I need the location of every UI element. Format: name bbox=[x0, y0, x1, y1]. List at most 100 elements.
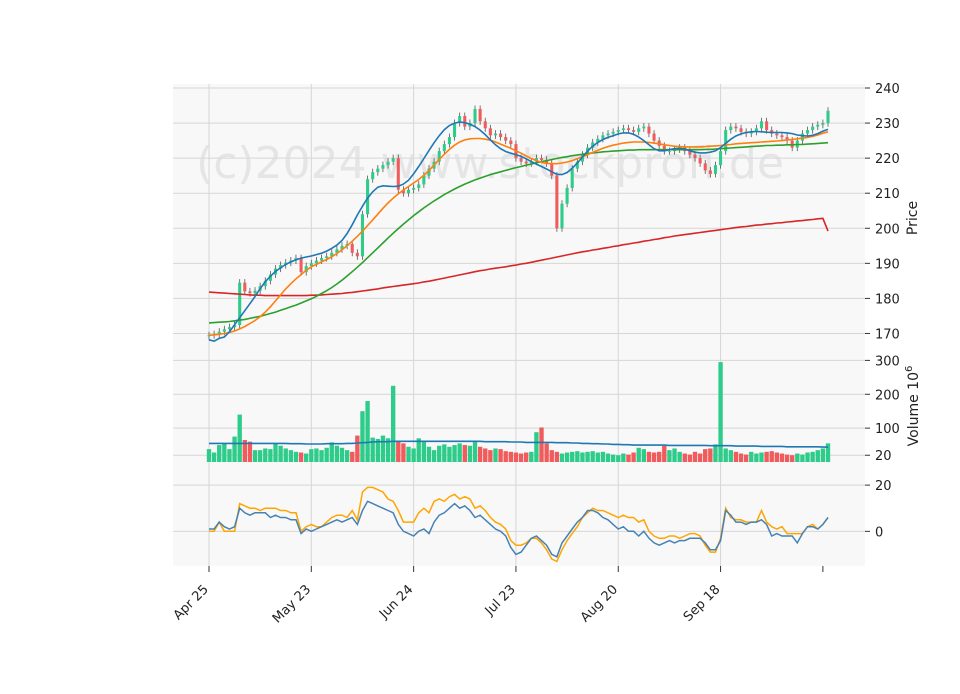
volume-bar bbox=[339, 447, 345, 462]
volume-bar bbox=[697, 453, 703, 462]
candle-body bbox=[314, 260, 318, 264]
candle-body bbox=[406, 189, 411, 194]
volume-bar bbox=[396, 441, 401, 462]
volume-bar bbox=[462, 445, 467, 462]
volume-bar bbox=[815, 450, 820, 462]
volume-bar bbox=[539, 427, 544, 462]
volume-axis-label-text: Volume 10 bbox=[906, 372, 922, 446]
volume-bar bbox=[206, 449, 212, 462]
volume-bar bbox=[754, 453, 759, 462]
volume-bar bbox=[570, 451, 575, 462]
volume-bar bbox=[723, 448, 728, 462]
volume-bar bbox=[390, 385, 396, 462]
volume-bar bbox=[421, 441, 427, 462]
volume-axis-label: 200 bbox=[875, 388, 900, 403]
candle-body bbox=[299, 258, 303, 273]
volume-bar bbox=[488, 450, 493, 462]
candle-body bbox=[417, 184, 421, 188]
volume-bar bbox=[718, 362, 723, 462]
volume-bar bbox=[825, 443, 831, 462]
volume-bar bbox=[493, 448, 498, 462]
volume-bar bbox=[534, 432, 539, 462]
chart-canvas: (c)2024 www.stockprofi.de 17018019020021… bbox=[171, 82, 922, 626]
candle-body bbox=[713, 165, 717, 174]
volume-bar bbox=[293, 451, 299, 462]
volume-bar bbox=[268, 449, 273, 462]
volume-bar bbox=[309, 449, 314, 462]
candle-body bbox=[473, 109, 477, 124]
candle-body bbox=[826, 110, 830, 124]
candle-body bbox=[555, 175, 559, 229]
volume-bar bbox=[298, 452, 304, 462]
candle-body bbox=[253, 290, 257, 294]
volume-bar bbox=[713, 444, 718, 462]
volume-bar bbox=[549, 450, 554, 462]
volume-bar bbox=[743, 454, 749, 462]
candle-body bbox=[560, 203, 564, 229]
watermark: (c)2024 www.stockprofi.de bbox=[196, 138, 784, 189]
candle-body bbox=[539, 158, 544, 160]
candle-body bbox=[386, 161, 390, 166]
volume-bar bbox=[600, 451, 606, 462]
candle-body bbox=[447, 137, 451, 145]
candle-body bbox=[243, 282, 247, 292]
volume-bar bbox=[447, 446, 452, 462]
x-axis-label: Jun 24 bbox=[376, 582, 416, 622]
candle-body bbox=[524, 161, 528, 164]
volume-bar bbox=[646, 451, 652, 462]
candle-body bbox=[509, 140, 513, 145]
volume-axis-label: Volume 106 bbox=[904, 366, 922, 447]
x-axis-label: Apr 25 bbox=[171, 582, 212, 623]
candle-body bbox=[765, 121, 769, 131]
volume-bar bbox=[779, 453, 785, 462]
candle-body bbox=[667, 151, 671, 153]
volume-bar bbox=[278, 445, 283, 462]
candle-body bbox=[734, 126, 738, 129]
volume-bar bbox=[232, 436, 237, 462]
volume-bar bbox=[452, 445, 457, 462]
volume-bar bbox=[657, 451, 662, 462]
volume-bar bbox=[508, 451, 514, 462]
x-axis-label: Sep 18 bbox=[681, 582, 724, 625]
volume-bar bbox=[529, 451, 534, 462]
candle-body bbox=[483, 121, 487, 129]
volume-bar bbox=[795, 453, 800, 462]
candle-body bbox=[708, 170, 712, 174]
price-axis-label: 200 bbox=[875, 222, 900, 237]
candle-body bbox=[381, 165, 385, 169]
candle-body bbox=[637, 128, 641, 132]
oscillator-panel-bg bbox=[173, 462, 865, 566]
volume-bar bbox=[431, 450, 437, 462]
volume-bar bbox=[457, 443, 462, 462]
volume-bar bbox=[257, 450, 263, 462]
volume-bar bbox=[350, 451, 355, 462]
volume-bar bbox=[559, 453, 565, 462]
volume-bar bbox=[590, 451, 595, 462]
candle-body bbox=[248, 291, 252, 294]
volume-bar bbox=[651, 452, 657, 462]
volume-bar bbox=[411, 448, 416, 462]
volume-bar bbox=[805, 452, 810, 462]
volume-bar bbox=[595, 452, 600, 462]
volume-bar bbox=[472, 441, 478, 462]
volume-bar bbox=[355, 435, 360, 462]
candle-body bbox=[550, 163, 554, 176]
volume-bar bbox=[605, 453, 611, 462]
volume-bar bbox=[790, 455, 795, 462]
candle-body bbox=[621, 128, 625, 131]
volume-bar bbox=[662, 445, 667, 462]
osc-axis-label: 0 bbox=[875, 525, 883, 540]
candle-body bbox=[626, 128, 631, 131]
price-axis-label: 170 bbox=[875, 327, 900, 342]
candle-body bbox=[376, 168, 380, 173]
x-axis-label: May 23 bbox=[270, 582, 314, 626]
candle-body bbox=[478, 109, 482, 122]
volume-bar bbox=[380, 435, 386, 462]
volume-bar bbox=[759, 452, 764, 462]
candle-body bbox=[606, 133, 610, 136]
volume-bar bbox=[621, 453, 626, 462]
volume-bar bbox=[334, 445, 340, 462]
volume-bar bbox=[636, 447, 641, 462]
volume-bar bbox=[324, 447, 329, 462]
volume-bar bbox=[749, 451, 754, 462]
